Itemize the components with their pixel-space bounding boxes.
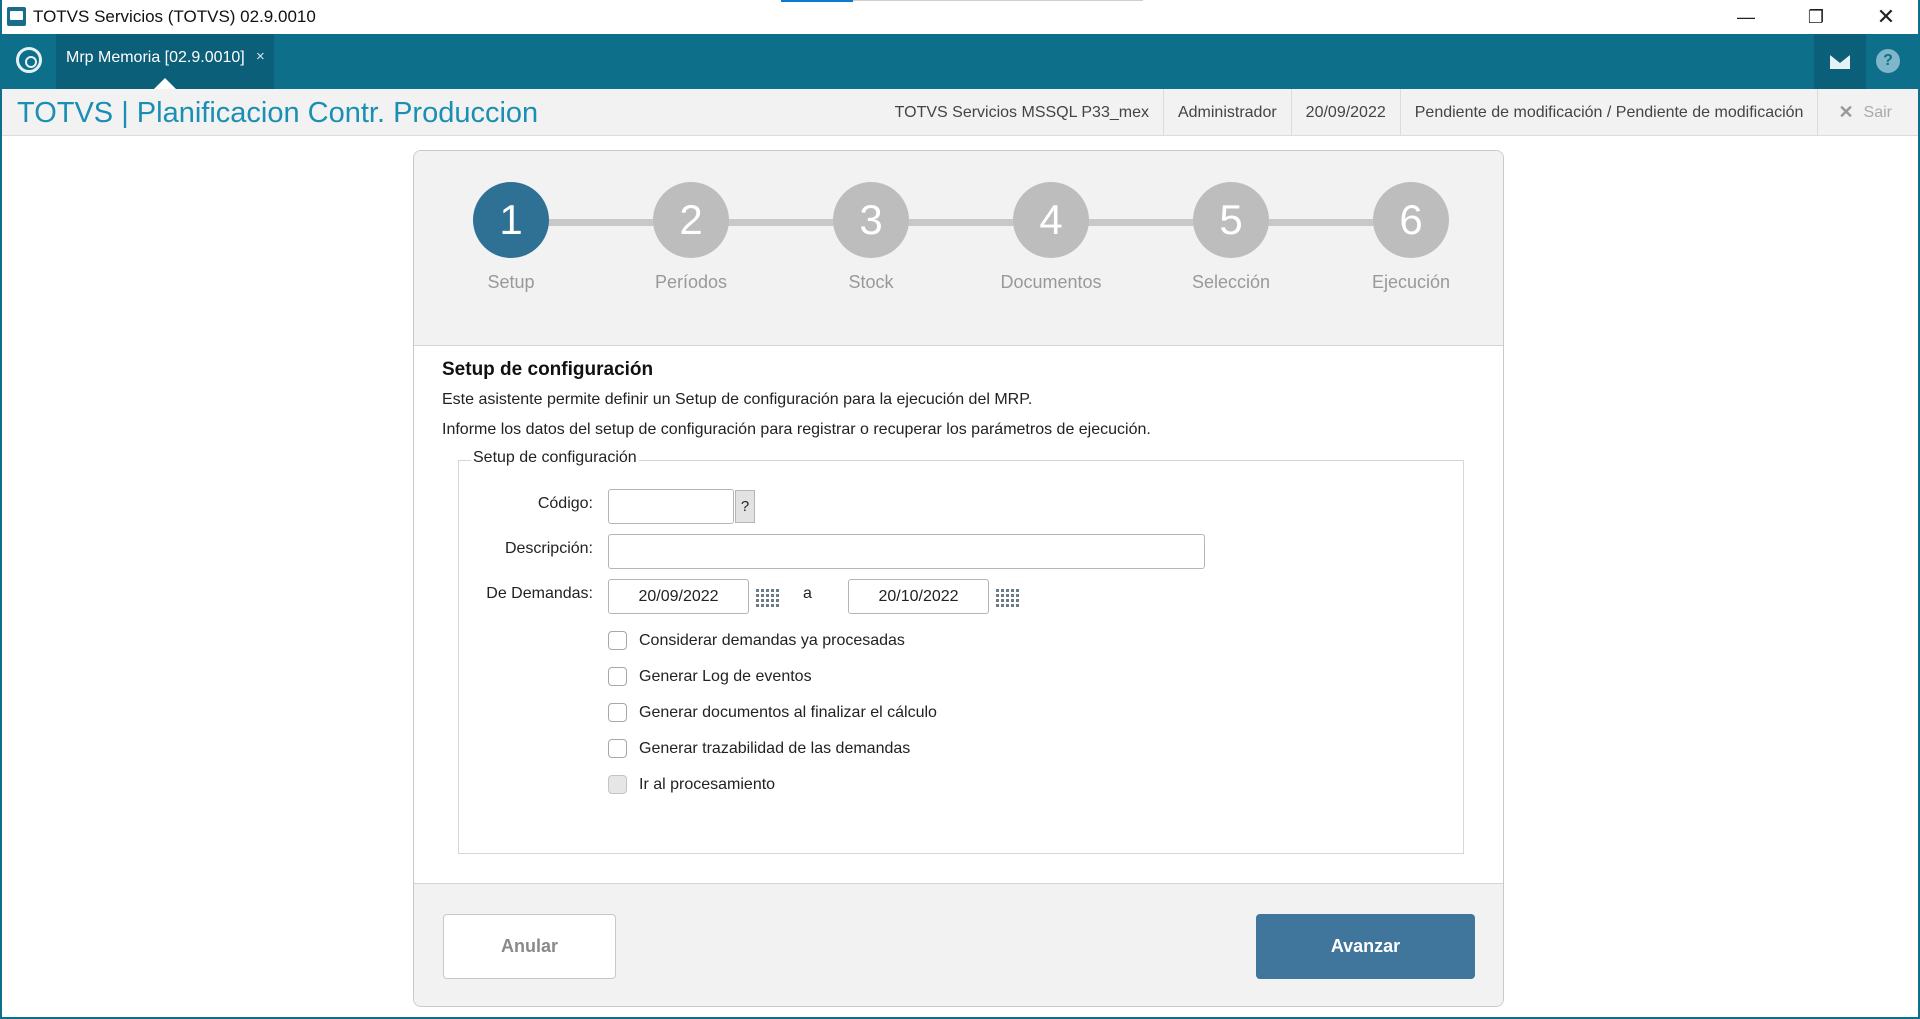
checkbox-label: Generar Log de eventos <box>639 667 812 685</box>
step-1[interactable]: 1 Setup <box>451 182 571 293</box>
calendar-to-icon[interactable] <box>996 589 1020 607</box>
step-1-circle: 1 <box>473 182 549 258</box>
description-1: Este asistente permite definir un Setup … <box>442 391 1033 408</box>
restore-button[interactable]: ❐ <box>1781 0 1851 34</box>
section-heading: Setup de configuración <box>442 359 654 380</box>
wizard-steps: 1 Setup 2 Períodos 3 Stock 4 Documentos … <box>414 151 1503 346</box>
header-infobar: TOTVS Servicios MSSQL P33_mex Administra… <box>881 89 1918 136</box>
date-separator: a <box>803 585 812 602</box>
chk-considerar-demandas[interactable]: Considerar demandas ya procesadas <box>608 631 905 650</box>
app-tabbar: Mrp Memoria [02.9.0010] × ? <box>0 34 1920 89</box>
step-1-label: Setup <box>487 272 535 292</box>
chk-generar-documentos[interactable]: Generar documentos al finalizar el cálcu… <box>608 703 937 722</box>
step-content: Setup de configuración Este asistente pe… <box>442 359 1482 439</box>
step-5[interactable]: 5 Selección <box>1171 182 1291 293</box>
checkbox-box[interactable] <box>608 631 627 650</box>
minimize-button[interactable]: — <box>1711 0 1781 34</box>
exit-button[interactable]: ✕ Sair <box>1817 89 1918 136</box>
tab-caret-icon <box>154 78 176 89</box>
next-button[interactable]: Avanzar <box>1256 914 1475 979</box>
chk-ir-procesamiento: Ir al procesamiento <box>608 775 775 794</box>
demandas-label: De Demandas: <box>486 585 593 602</box>
user-label: Administrador <box>1162 89 1291 136</box>
window-title: TOTVS Servicios (TOTVS) 02.9.0010 <box>33 7 316 26</box>
codigo-label: Código: <box>537 495 593 512</box>
titlebar-divider <box>853 0 1143 1</box>
description-2: Informe los datos del setup de configura… <box>442 421 1151 438</box>
step-4[interactable]: 4 Documentos <box>991 182 1111 293</box>
descripcion-label: Descripción: <box>504 540 593 557</box>
checkbox-box-disabled <box>608 775 627 794</box>
status-label: Pendiente de modificación / Pendiente de… <box>1399 89 1818 136</box>
totvs-logo-icon[interactable] <box>16 47 42 73</box>
date-label: 20/09/2022 <box>1290 89 1400 136</box>
close-icon: ✕ <box>1838 102 1854 122</box>
step-6[interactable]: 6 Ejecución <box>1351 182 1471 293</box>
step-3-circle: 3 <box>833 182 909 258</box>
codigo-input[interactable] <box>608 489 734 524</box>
date-from-input[interactable] <box>608 579 749 614</box>
environment-label: TOTVS Servicios MSSQL P33_mex <box>894 103 1149 121</box>
chk-generar-trazabilidad[interactable]: Generar trazabilidad de las demandas <box>608 739 910 758</box>
codigo-lookup-button[interactable]: ? <box>735 490 755 523</box>
exit-label: Sair <box>1863 103 1892 121</box>
checkbox-label: Ir al procesamiento <box>639 775 776 793</box>
tab-label: Mrp Memoria [02.9.0010] <box>66 49 245 66</box>
setup-fieldset: Setup de configuración Código: ? Descrip… <box>458 449 1464 854</box>
page-title: TOTVS | Planificacion Contr. Produccion <box>17 97 539 129</box>
window-titlebar: TOTVS Servicios (TOTVS) 02.9.0010 — ❐ ✕ <box>0 0 1920 34</box>
step-4-label: Documentos <box>1000 272 1102 292</box>
step-3-label: Stock <box>848 272 894 292</box>
checkbox-label: Generar trazabilidad de las demandas <box>639 739 911 757</box>
help-icon[interactable]: ? <box>1876 49 1900 73</box>
checkbox-box[interactable] <box>608 739 627 758</box>
step-2-label: Períodos <box>654 272 728 292</box>
tab-close-icon[interactable]: × <box>256 48 265 65</box>
descripcion-input[interactable] <box>608 534 1205 569</box>
fieldset-legend: Setup de configuración <box>471 449 639 467</box>
step-5-label: Selección <box>1191 272 1271 292</box>
app-window-icon <box>7 7 26 26</box>
titlebar-accent <box>781 0 853 2</box>
chk-generar-log[interactable]: Generar Log de eventos <box>608 667 812 686</box>
date-to-input[interactable] <box>848 579 989 614</box>
step-4-circle: 4 <box>1013 182 1089 258</box>
checkbox-label: Considerar demandas ya procesadas <box>639 631 905 649</box>
checkbox-box[interactable] <box>608 667 627 686</box>
calendar-from-icon[interactable] <box>756 589 780 607</box>
step-5-circle: 5 <box>1193 182 1269 258</box>
step-2-circle: 2 <box>653 182 729 258</box>
checkbox-box[interactable] <box>608 703 627 722</box>
wizard-panel: 1 Setup 2 Períodos 3 Stock 4 Documentos … <box>413 150 1504 1007</box>
mail-icon <box>1830 54 1850 69</box>
app-header: TOTVS | Planificacion Contr. Produccion … <box>2 89 1918 136</box>
tab-mrp-memoria[interactable]: Mrp Memoria [02.9.0010] × <box>56 34 274 89</box>
close-window-button[interactable]: ✕ <box>1851 0 1920 34</box>
step-6-circle: 6 <box>1373 182 1449 258</box>
step-6-label: Ejecución <box>1371 272 1451 292</box>
cancel-button[interactable]: Anular <box>443 914 616 979</box>
step-2[interactable]: 2 Períodos <box>631 182 751 293</box>
checkbox-label: Generar documentos al finalizar el cálcu… <box>639 703 937 721</box>
step-3[interactable]: 3 Stock <box>811 182 931 293</box>
mail-button[interactable] <box>1814 34 1866 89</box>
